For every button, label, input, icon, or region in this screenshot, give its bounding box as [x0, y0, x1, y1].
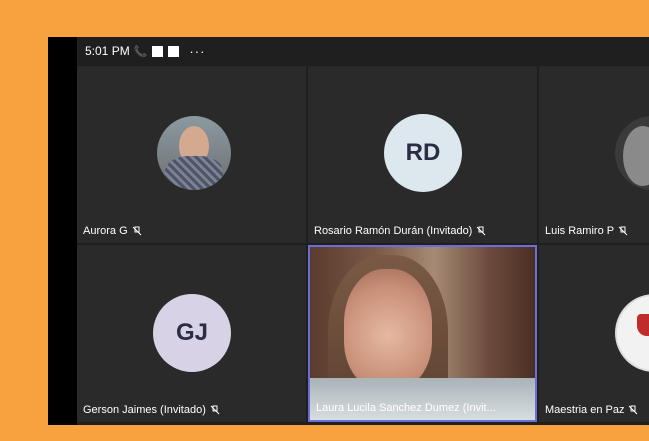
meeting-screen: 5:01 PM 📞 ··· Aurora G RD Rosario Ramón …	[48, 37, 649, 425]
participant-photo	[157, 116, 231, 190]
window-icon-1[interactable]	[152, 45, 164, 57]
participant-name: Rosario Ramón Durán (Invitado)	[314, 225, 486, 237]
meeting-time: 5:01 PM	[85, 44, 130, 58]
mic-muted-icon	[618, 226, 628, 236]
participant-photo	[615, 116, 649, 190]
participant-video	[310, 247, 535, 420]
participant-tile-luis[interactable]: Luis Ramiro P	[539, 66, 649, 243]
mic-muted-icon	[476, 226, 486, 236]
participant-initials-avatar: GJ	[153, 294, 231, 372]
participant-tile-maestria[interactable]: Maestria en Paz	[539, 245, 649, 422]
more-options-button[interactable]: ···	[189, 44, 205, 59]
mic-muted-icon	[132, 226, 142, 236]
participant-name: Luis Ramiro P	[545, 225, 628, 237]
participant-name: Aurora G	[83, 225, 142, 237]
participant-initials-avatar: RD	[384, 114, 462, 192]
participant-tile-gerson[interactable]: GJ Gerson Jaimes (Invitado)	[77, 245, 306, 422]
participant-tile-laura-active-speaker[interactable]: Laura Lucila Sanchez Dumez (Invit...	[308, 245, 537, 422]
participant-tile-rosario[interactable]: RD Rosario Ramón Durán (Invitado)	[308, 66, 537, 243]
participant-tile-aurora[interactable]: Aurora G	[77, 66, 306, 243]
participant-name: Laura Lucila Sanchez Dumez (Invit...	[316, 402, 496, 414]
meeting-topbar: 5:01 PM 📞 ···	[77, 37, 649, 65]
participant-logo	[615, 294, 649, 372]
phone-icon[interactable]: 📞	[134, 45, 148, 58]
window-icon-2[interactable]	[168, 45, 180, 57]
mic-muted-icon	[210, 405, 220, 415]
mic-muted-icon	[628, 405, 638, 415]
meeting-stage: 5:01 PM 📞 ··· Aurora G RD Rosario Ramón …	[77, 37, 649, 425]
participant-name: Maestria en Paz	[545, 404, 638, 416]
participant-name: Gerson Jaimes (Invitado)	[83, 404, 220, 416]
